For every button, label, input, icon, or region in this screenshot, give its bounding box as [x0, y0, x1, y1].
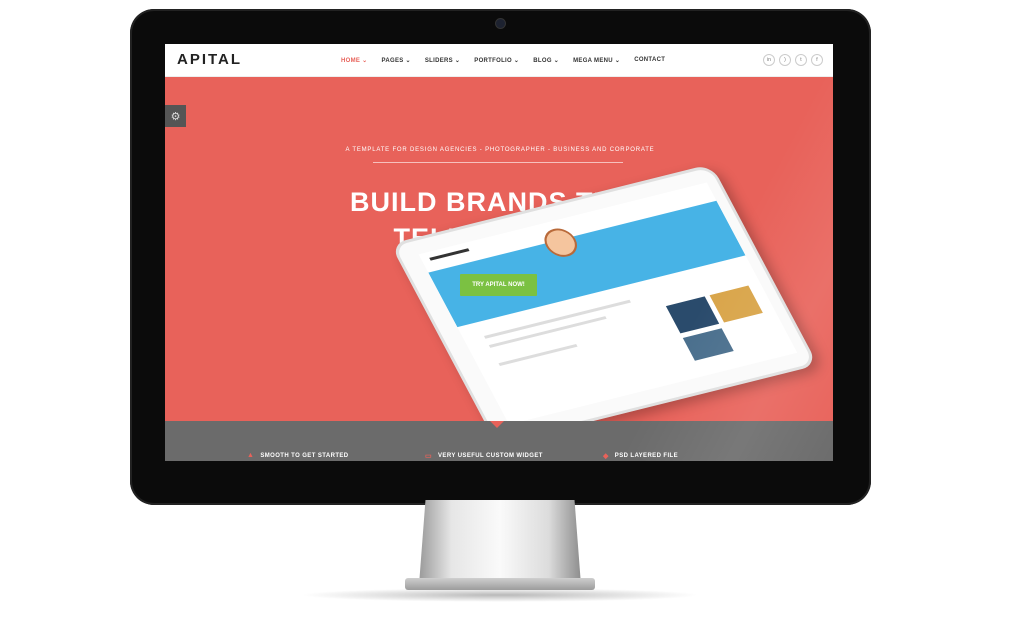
stand-shadow — [300, 588, 700, 602]
gear-icon[interactable]: ⚙ — [165, 105, 186, 127]
linkedin-icon[interactable]: in — [763, 54, 775, 66]
feature-label: VERY USEFUL CUSTOM WIDGET — [438, 453, 543, 459]
rss-icon[interactable]: ) — [779, 54, 791, 66]
feature-label: SMOOTH TO GET STARTED — [260, 452, 349, 459]
tablet-logo — [429, 248, 470, 261]
nav-item-blog[interactable]: BLOG ⌄ — [533, 57, 559, 64]
hero-divider — [373, 162, 623, 163]
camera-icon — [495, 18, 506, 29]
site-header: APITAL HOME ⌄ PAGES ⌄ SLIDERS ⌄ PORTFOLI… — [165, 44, 833, 77]
feature-item: ▲ SMOOTH TO GET STARTED — [247, 452, 349, 459]
facebook-icon[interactable]: f — [811, 54, 823, 66]
site-logo[interactable]: APITAL — [177, 51, 242, 68]
main-nav: HOME ⌄ PAGES ⌄ SLIDERS ⌄ PORTFOLIO ⌄ BLO… — [341, 57, 665, 64]
feature-item: ▭ VERY USEFUL CUSTOM WIDGET — [425, 452, 543, 460]
monitor-screen: APITAL HOME ⌄ PAGES ⌄ SLIDERS ⌄ PORTFOLI… — [165, 44, 833, 461]
social-links: in ) t f — [763, 54, 823, 66]
tablet-photo — [682, 328, 734, 361]
monitor-stand — [419, 500, 581, 585]
nav-item-sliders[interactable]: SLIDERS ⌄ — [425, 57, 460, 64]
tablet-photo — [709, 285, 763, 323]
monitor-stand-base — [405, 578, 595, 590]
nav-item-contact[interactable]: CONTACT — [634, 57, 665, 64]
hero-tagline: A TEMPLATE FOR DESIGN AGENCIES - PHOTOGR… — [345, 147, 655, 153]
feature-item: ◆ PSD LAYERED FILE — [603, 452, 678, 460]
nav-item-pages[interactable]: PAGES ⌄ — [382, 57, 411, 64]
widget-icon: ▭ — [425, 453, 433, 460]
layers-icon: ◆ — [603, 453, 609, 460]
tablet-photo — [665, 296, 720, 334]
nav-item-mega-menu[interactable]: MEGA MENU ⌄ — [573, 57, 620, 64]
nav-item-home[interactable]: HOME ⌄ — [341, 57, 368, 64]
section-notch — [490, 421, 504, 428]
tablet-text-line — [498, 343, 578, 367]
feature-label: PSD LAYERED FILE — [614, 453, 678, 459]
chart-icon: ▲ — [247, 452, 255, 459]
try-apital-button[interactable]: TRY APITAL NOW! — [460, 274, 537, 296]
twitter-icon[interactable]: t — [795, 54, 807, 66]
nav-item-portfolio[interactable]: PORTFOLIO ⌄ — [474, 57, 519, 64]
